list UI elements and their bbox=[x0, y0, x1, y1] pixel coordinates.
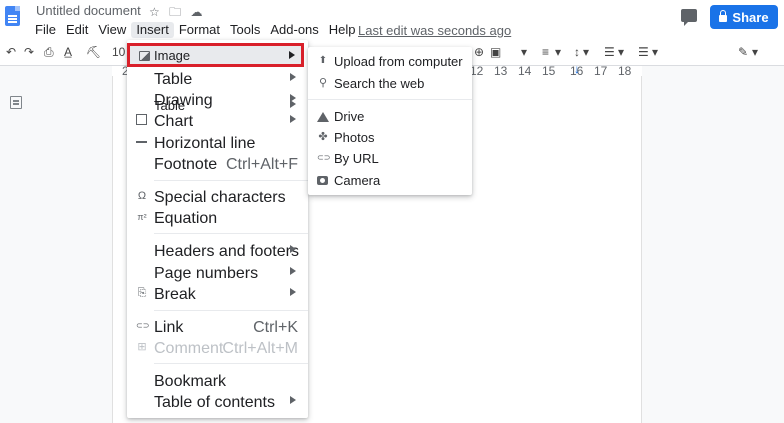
page-break-icon: ⎘ bbox=[137, 287, 147, 299]
submenu-arrow-icon bbox=[290, 288, 296, 296]
zoom-select[interactable]: 10 bbox=[112, 45, 125, 59]
submenu-item-photos[interactable]: ✤ Photos bbox=[308, 127, 472, 147]
menu-item-comment: ⊞ Comment Ctrl+Alt+M bbox=[137, 340, 298, 357]
menu-item-headers-footers[interactable]: Headers and footers bbox=[127, 240, 308, 260]
link-shortcut: Ctrl+K bbox=[253, 319, 298, 336]
share-label: Share bbox=[732, 9, 769, 25]
menu-separator bbox=[154, 363, 308, 364]
search-icon: ⚲ bbox=[318, 77, 328, 89]
menu-item-horizontal-line[interactable]: Horizontal line bbox=[127, 132, 308, 152]
editing-mode-icon[interactable]: ✎ bbox=[738, 45, 748, 59]
submenu-item-drive[interactable]: Drive bbox=[308, 106, 472, 126]
menu-item-special-characters[interactable]: Ω Special characters bbox=[127, 186, 308, 206]
app-header: Untitled document ☆ 🗀 ☁ File Edit View I… bbox=[0, 0, 784, 40]
docs-logo-icon[interactable] bbox=[5, 6, 20, 26]
submenu-item-camera[interactable]: Camera bbox=[308, 170, 472, 190]
submenu-arrow-icon bbox=[290, 73, 296, 81]
menu-item-break[interactable]: ⎘ Break bbox=[127, 283, 308, 303]
submenu-item-by-url[interactable]: ⊂⊃ By URL bbox=[308, 148, 472, 168]
submenu-arrow-icon bbox=[290, 396, 296, 404]
menu-item-footnote[interactable]: Footnote Ctrl+Alt+F bbox=[127, 153, 308, 173]
menu-item-chart[interactable]: Chart bbox=[127, 110, 308, 130]
menu-item-image[interactable]: Image bbox=[127, 43, 304, 67]
last-edit-link[interactable]: Last edit was seconds ago bbox=[358, 23, 511, 38]
submenu-arrow-icon bbox=[289, 51, 295, 59]
spellcheck-icon[interactable]: A̲ bbox=[64, 45, 72, 59]
menu-bar: File Edit View Insert Format Tools Add-o… bbox=[30, 22, 361, 38]
menu-separator bbox=[154, 310, 308, 311]
document-outline-icon[interactable] bbox=[10, 96, 22, 109]
drive-icon bbox=[317, 112, 329, 122]
comment-history-icon[interactable] bbox=[681, 9, 697, 26]
image-submenu: ⬆ Upload from computer ⚲ Search the web … bbox=[308, 47, 472, 195]
bulleted-list-icon[interactable]: ☰ bbox=[638, 45, 649, 59]
submenu-arrow-icon bbox=[290, 245, 296, 253]
menu-item-drawing[interactable]: Drawing bbox=[127, 89, 308, 109]
checklist-chevron-icon[interactable]: ▾ bbox=[618, 45, 624, 59]
menu-format[interactable]: Format bbox=[174, 22, 225, 38]
menu-edit[interactable]: Edit bbox=[61, 22, 93, 38]
align-dropdown-chevron-icon[interactable]: ▾ bbox=[555, 45, 561, 59]
menu-view[interactable]: View bbox=[93, 22, 131, 38]
line-spacing-icon[interactable]: ↕ bbox=[574, 45, 580, 59]
omega-icon: Ω bbox=[137, 190, 147, 202]
menu-item-image-label: Image bbox=[154, 48, 191, 63]
menu-tools[interactable]: Tools bbox=[225, 22, 265, 38]
insert-image-toolbar-icon[interactable]: ▣ bbox=[490, 45, 501, 59]
horizontal-line-icon bbox=[136, 136, 148, 148]
print-icon[interactable]: ⎙ bbox=[44, 45, 54, 60]
star-icon[interactable]: ☆ bbox=[149, 5, 160, 19]
camera-icon bbox=[317, 176, 328, 185]
undo-icon[interactable]: ↶ bbox=[6, 45, 16, 59]
cloud-status-icon[interactable]: ☁ bbox=[190, 5, 202, 19]
image-dropdown-chevron-icon[interactable]: ▾ bbox=[521, 45, 527, 59]
bulleted-list-chevron-icon[interactable]: ▾ bbox=[652, 45, 658, 59]
footnote-shortcut: Ctrl+Alt+F bbox=[225, 156, 298, 173]
submenu-arrow-icon bbox=[290, 115, 296, 123]
link-icon: ⊂⊃ bbox=[317, 153, 331, 162]
share-button[interactable]: Share bbox=[710, 5, 778, 29]
menu-item-table[interactable]: Table bbox=[127, 68, 308, 88]
menu-item-bookmark[interactable]: Bookmark bbox=[127, 370, 308, 390]
editing-mode-chevron-icon[interactable]: ▾ bbox=[752, 45, 758, 59]
insert-comment-icon[interactable]: ⊕ bbox=[474, 45, 484, 59]
submenu-item-search-web[interactable]: ⚲ Search the web bbox=[308, 73, 472, 93]
menu-addons[interactable]: Add-ons bbox=[265, 22, 323, 38]
paint-format-icon[interactable]: ⛏ bbox=[86, 45, 101, 59]
chart-icon bbox=[136, 114, 147, 125]
lock-icon bbox=[719, 10, 728, 22]
align-icon[interactable]: ≡ bbox=[542, 45, 549, 59]
indent-marker-icon[interactable]: ↓ bbox=[574, 62, 580, 76]
menu-item-link[interactable]: ⊂⊃ Link Ctrl+K bbox=[127, 316, 308, 336]
submenu-item-upload[interactable]: ⬆ Upload from computer bbox=[308, 51, 472, 71]
comment-add-icon: ⊞ bbox=[137, 341, 147, 353]
document-title[interactable]: Untitled document bbox=[36, 3, 141, 18]
submenu-arrow-icon bbox=[290, 94, 296, 102]
menu-help[interactable]: Help bbox=[324, 22, 361, 38]
menu-separator bbox=[154, 180, 308, 181]
menu-file[interactable]: File bbox=[30, 22, 61, 38]
line-spacing-chevron-icon[interactable]: ▾ bbox=[583, 45, 589, 59]
menu-item-equation[interactable]: π² Equation bbox=[127, 207, 308, 227]
move-folder-icon[interactable]: 🗀 bbox=[169, 3, 181, 24]
menu-insert[interactable]: Insert bbox=[131, 22, 174, 38]
menu-separator bbox=[308, 99, 472, 100]
image-icon bbox=[139, 51, 150, 61]
menu-item-table-of-contents[interactable]: Table of contents bbox=[127, 391, 308, 411]
menu-separator bbox=[154, 233, 308, 234]
pi-squared-icon: π² bbox=[137, 212, 147, 222]
comment-shortcut: Ctrl+Alt+M bbox=[222, 340, 298, 357]
link-icon: ⊂⊃ bbox=[136, 321, 150, 330]
photos-pinwheel-icon: ✤ bbox=[318, 131, 328, 143]
submenu-arrow-icon bbox=[290, 267, 296, 275]
checklist-icon[interactable]: ☰ bbox=[604, 45, 615, 59]
redo-icon[interactable]: ↷ bbox=[24, 45, 34, 59]
upload-icon: ⬆ bbox=[318, 55, 328, 66]
menu-item-page-numbers[interactable]: Page numbers bbox=[127, 262, 308, 282]
